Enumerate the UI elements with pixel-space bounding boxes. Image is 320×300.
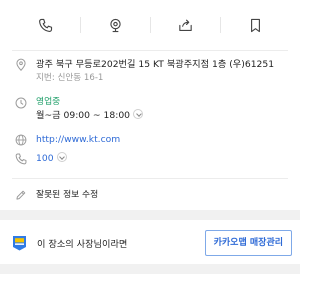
website-row: http://www.kt.com	[14, 133, 292, 147]
chevron-down-icon	[56, 152, 67, 162]
owner-banner: 이 장소의 사장님이라면 카카오맵 매장관리	[0, 222, 300, 264]
location-pin-icon	[14, 58, 28, 72]
hours-row: 영업중 월~금 09:00 ~ 18:00	[14, 96, 292, 123]
divider	[12, 50, 288, 51]
phone-icon	[38, 18, 52, 32]
route-button[interactable]	[80, 0, 150, 50]
globe-icon	[14, 133, 28, 147]
call-button[interactable]	[10, 0, 80, 50]
website-link[interactable]: http://www.kt.com	[36, 133, 120, 147]
route-pin-icon	[109, 18, 121, 32]
share-icon	[178, 19, 192, 31]
chevron-down-icon	[133, 109, 144, 119]
address-row: 광주 북구 무등로202번길 15 KT 북광주지점 1층 (우)61251 지…	[14, 58, 292, 85]
clock-icon	[14, 96, 28, 110]
divider	[12, 178, 288, 179]
lot-address-text: 지번: 신안동 16-1	[36, 73, 104, 83]
phone-row: 100	[14, 152, 292, 166]
section-gap	[0, 210, 300, 220]
report-error-link[interactable]: 잘못된 정보 수정	[14, 188, 98, 202]
hours-text: 월~금 09:00 ~ 18:00	[36, 110, 131, 121]
edit-label: 잘못된 정보 수정	[36, 190, 99, 200]
address-text: 광주 북구 무등로202번길 15 KT 북광주지점 1층 (우)61251	[36, 59, 275, 70]
phone-number-toggle[interactable]: 100	[36, 152, 67, 166]
share-button[interactable]	[150, 0, 220, 50]
open-status: 영업중	[36, 97, 61, 107]
phone-icon	[14, 152, 28, 166]
kakaomap-store-icon	[12, 235, 27, 251]
pencil-icon	[14, 188, 28, 202]
section-gap	[0, 264, 300, 274]
owner-prompt: 이 장소의 사장님이라면	[37, 239, 128, 250]
action-bar	[0, 0, 300, 50]
save-button[interactable]	[220, 0, 290, 50]
phone-number[interactable]: 100	[36, 153, 54, 164]
store-manage-button[interactable]: 카카오맵 매장관리	[204, 230, 292, 256]
bookmark-icon	[250, 18, 260, 32]
hours-toggle[interactable]: 월~금 09:00 ~ 18:00	[36, 109, 144, 123]
